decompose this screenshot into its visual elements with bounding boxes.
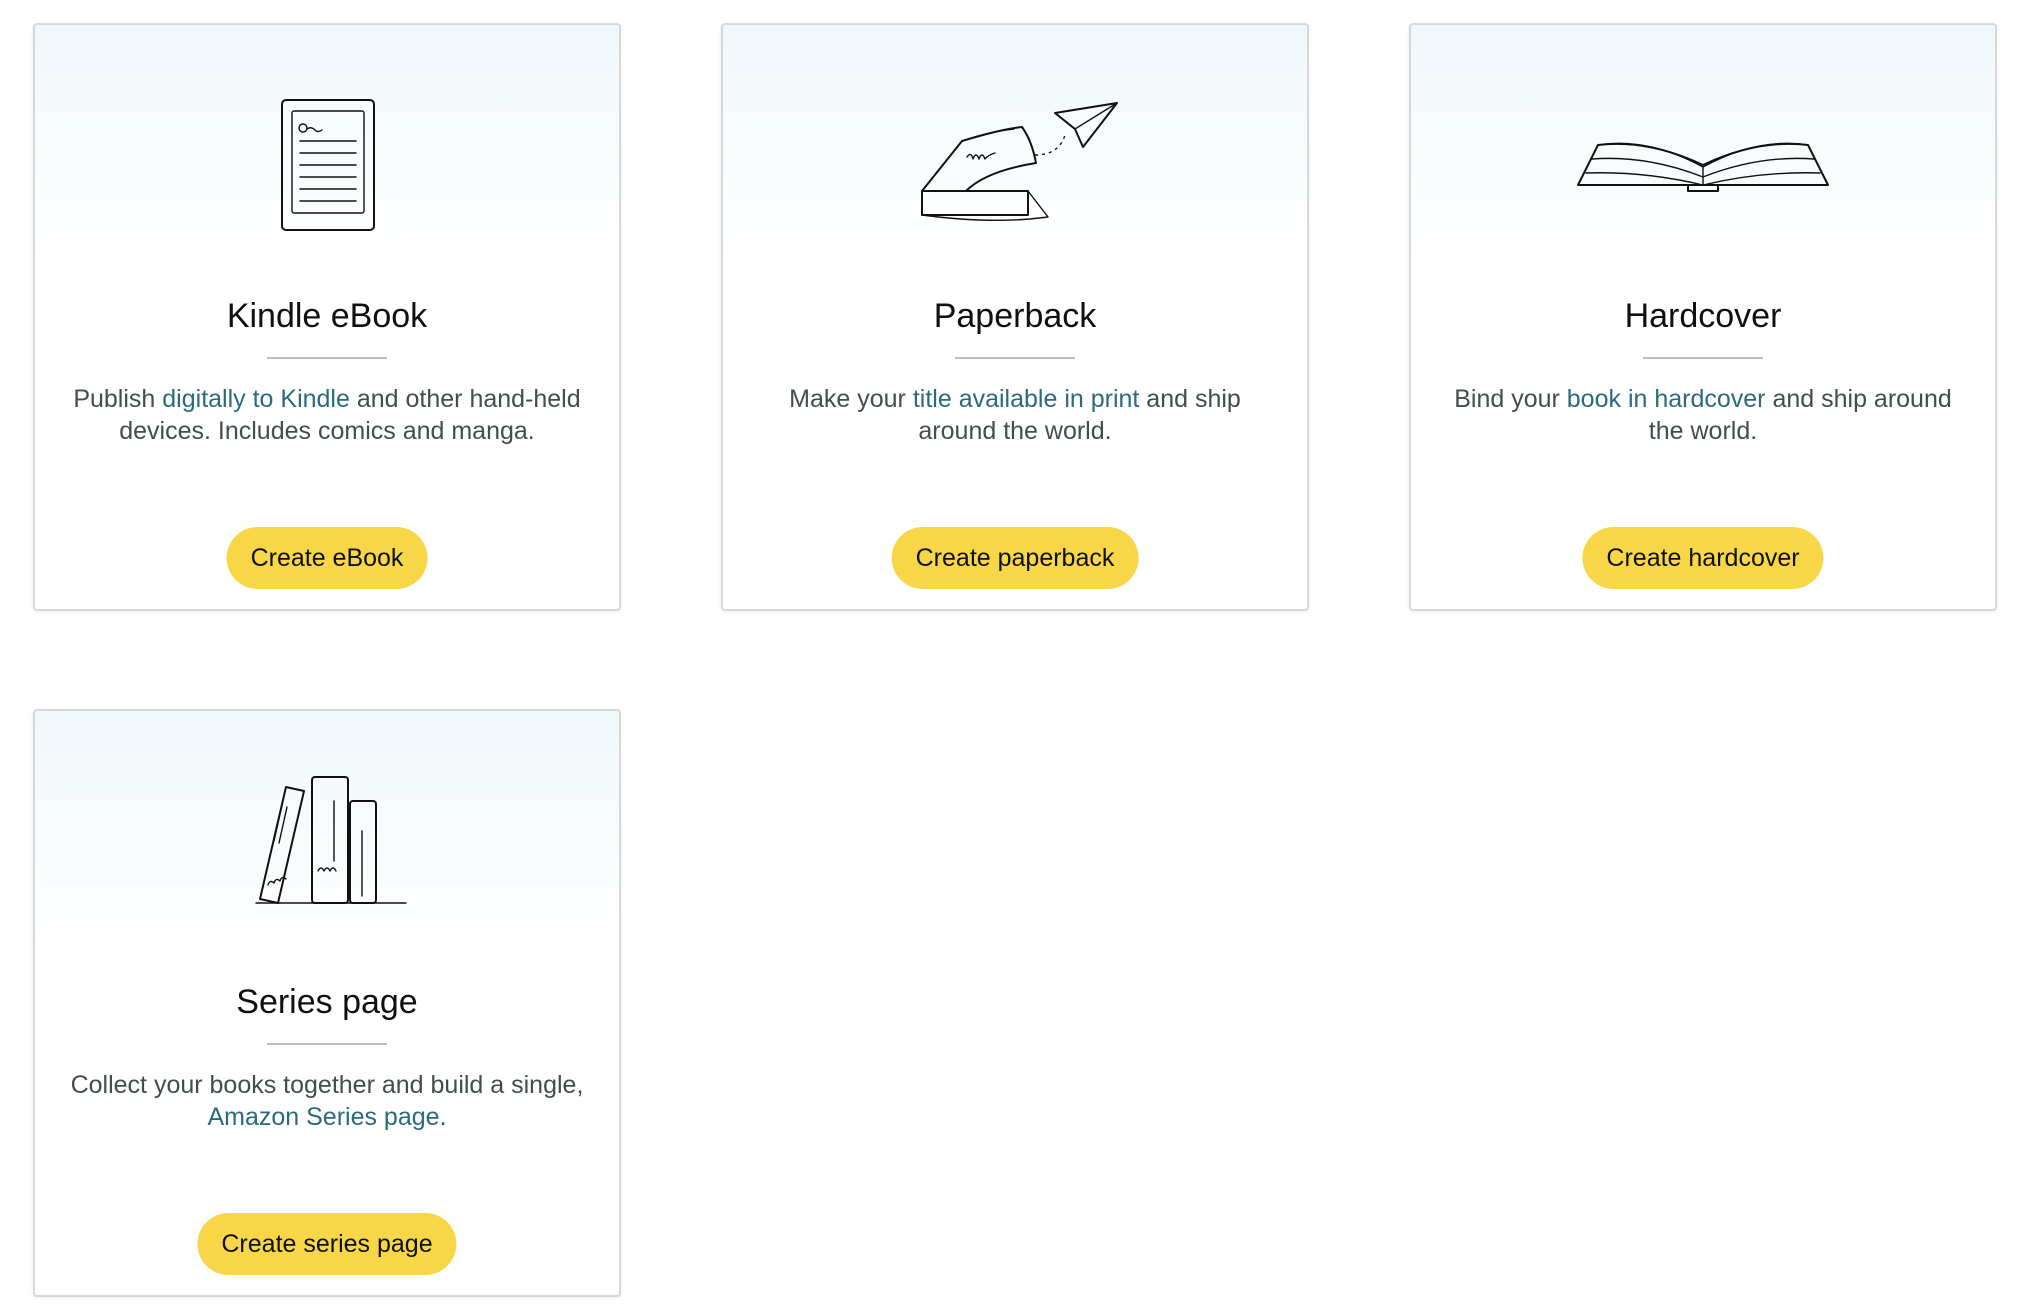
title-divider: [955, 357, 1075, 359]
books-series-icon: [35, 771, 619, 931]
card-description: Publish digitally to Kindle and other ha…: [65, 383, 589, 447]
create-ebook-button[interactable]: Create eBook: [226, 527, 428, 589]
description-text: Make your: [789, 385, 913, 413]
ereader-icon: [35, 85, 619, 245]
card-paperback: Paperback Make your title available in p…: [721, 23, 1309, 611]
description-link[interactable]: digitally to Kindle: [162, 385, 350, 413]
create-series-page-button[interactable]: Create series page: [197, 1213, 457, 1275]
description-text: Bind your: [1454, 385, 1567, 413]
description-link[interactable]: title available in print: [913, 385, 1140, 413]
card-kindle-ebook: Kindle eBook Publish digitally to Kindle…: [33, 23, 621, 611]
description-text: Publish: [73, 385, 163, 413]
description-text: Collect your books together and build a …: [70, 1071, 584, 1099]
description-text: .: [439, 1103, 447, 1131]
create-hardcover-button[interactable]: Create hardcover: [1582, 527, 1824, 589]
open-book-icon: [1411, 85, 1995, 245]
title-divider: [1643, 357, 1763, 359]
card-title: Kindle eBook: [226, 297, 428, 335]
card-description: Collect your books together and build a …: [65, 1069, 589, 1133]
title-divider: [267, 357, 387, 359]
description-link[interactable]: Amazon Series page: [207, 1103, 439, 1131]
card-description: Bind your book in hardcover and ship aro…: [1441, 383, 1965, 447]
description-link[interactable]: book in hardcover: [1567, 385, 1766, 413]
card-title: Series page: [236, 983, 418, 1021]
card-description: Make your title available in print and s…: [753, 383, 1277, 447]
title-divider: [267, 1043, 387, 1045]
create-paperback-button[interactable]: Create paperback: [891, 527, 1139, 589]
card-hardcover: Hardcover Bind your book in hardcover an…: [1409, 23, 1997, 611]
paperback-plane-icon: [723, 85, 1307, 245]
card-title: Paperback: [933, 297, 1097, 335]
card-title: Hardcover: [1624, 297, 1782, 335]
card-series-page: Series page Collect your books together …: [33, 709, 621, 1297]
